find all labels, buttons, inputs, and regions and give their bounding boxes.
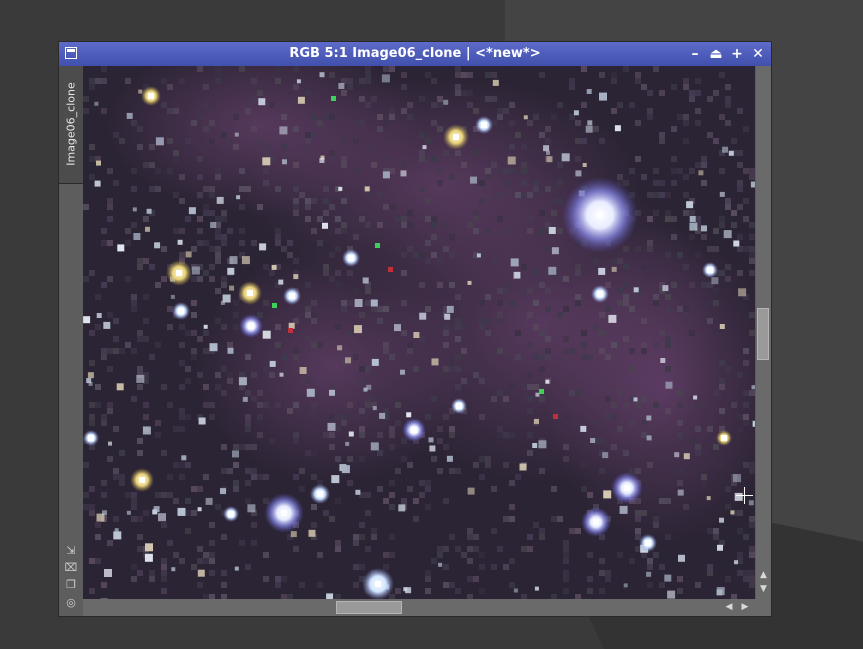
scroll-right-arrow-icon[interactable]: ▶ <box>739 601 751 614</box>
clone-window-icon[interactable]: ❐ <box>64 578 78 592</box>
window-titlebar[interactable]: RGB 5:1 Image06_clone | <*new*> – ⏏ + ✕ <box>59 42 771 66</box>
scroll-up-arrow-icon[interactable]: ▲ <box>757 569 770 581</box>
image-viewport[interactable] <box>83 66 755 599</box>
close-window-button[interactable]: ✕ <box>750 45 766 63</box>
side-toolbar: ⇲ ⌧ ❐ ◎ <box>59 542 83 617</box>
view-id-tab[interactable]: Image06_clone <box>59 66 83 184</box>
crosshair-cursor-icon <box>736 487 753 504</box>
iconize-window-button[interactable]: ⏏ <box>708 45 724 63</box>
horizontal-scroll-thumb[interactable] <box>336 601 402 614</box>
scroll-left-arrow-icon[interactable]: ◀ <box>723 601 735 614</box>
resize-arrow-icon[interactable]: ⇲ <box>64 544 78 558</box>
scroll-down-arrow-icon[interactable]: ▼ <box>757 583 770 595</box>
fit-view-icon[interactable]: ⌧ <box>64 561 78 575</box>
image-window[interactable]: RGB 5:1 Image06_clone | <*new*> – ⏏ + ✕ … <box>58 41 772 617</box>
lock-target-icon[interactable]: ◎ <box>64 596 78 610</box>
star-field-image <box>83 66 755 599</box>
view-id-label: Image06_clone <box>64 82 78 166</box>
window-title: RGB 5:1 Image06_clone | <*new*> <box>289 46 541 61</box>
vertical-scrollbar[interactable]: ▲ ▼ <box>756 66 771 599</box>
horizontal-scrollbar[interactable]: ◀ ▶ <box>83 599 771 616</box>
maximize-window-button[interactable]: + <box>729 45 745 63</box>
shade-window-button[interactable]: – <box>687 45 703 63</box>
vertical-scroll-thumb[interactable] <box>757 308 769 360</box>
